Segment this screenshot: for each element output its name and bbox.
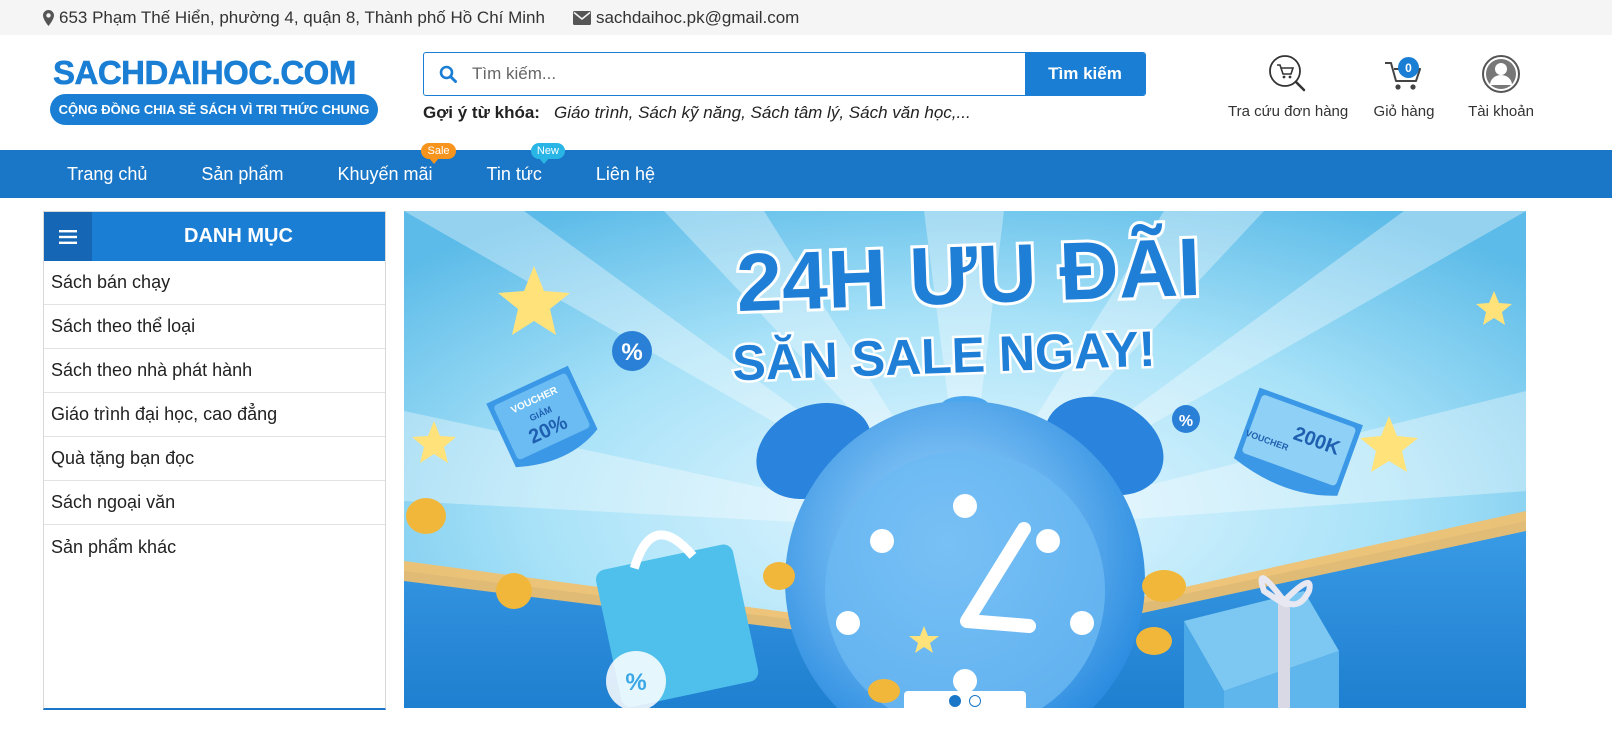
nav-item-promotions[interactable]: Khuyến mãi Sale <box>337 142 456 185</box>
slider-pagination <box>904 691 1026 708</box>
account-link[interactable]: Tài khoản <box>1461 53 1541 120</box>
email-text[interactable]: sachdaihoc.pk@gmail.com <box>596 8 799 28</box>
search-icon <box>424 53 472 95</box>
nav-item-contact[interactable]: Liên hệ <box>596 164 655 185</box>
category-title: DANH MỤC <box>184 225 293 247</box>
user-icon <box>1482 55 1520 93</box>
svg-text:%: % <box>625 669 646 696</box>
top-info-bar: 653 Phạm Thế Hiển, phường 4, quận 8, Thà… <box>0 0 1612 35</box>
envelope-icon <box>572 10 591 25</box>
logo-text[interactable]: SACHDAIHOC.COM <box>50 54 378 91</box>
cart-count-badge: 0 <box>1398 57 1419 78</box>
suggest-label: Gợi ý từ khóa: <box>423 103 540 122</box>
slider-dot-2[interactable] <box>969 695 981 707</box>
category-item[interactable]: Sách theo nhà phát hành <box>44 349 385 393</box>
site-logo[interactable]: SACHDAIHOC.COM CỘNG ĐỒNG CHIA SẺ SÁCH VÌ… <box>50 54 378 125</box>
keyword-suggestions: Gợi ý từ khóa: Giáo trình, Sách kỹ năng,… <box>423 103 971 123</box>
category-item[interactable]: Quà tặng bạn đọc <box>44 437 385 481</box>
address-info: 653 Phạm Thế Hiển, phường 4, quận 8, Thà… <box>43 8 545 28</box>
map-marker-icon <box>43 9 54 26</box>
order-lookup-link[interactable]: Tra cứu đơn hàng <box>1228 53 1348 120</box>
category-list: Sách bán chạy Sách theo thể loại Sách th… <box>44 261 385 569</box>
search-button[interactable]: Tìm kiếm <box>1025 53 1145 95</box>
svg-text:%: % <box>621 339 642 366</box>
logo-slogan: CỘNG ĐỒNG CHIA SẺ SÁCH VÌ TRI THỨC CHUNG <box>50 94 378 125</box>
sale-tag: Sale <box>421 142 456 164</box>
nav-item-home[interactable]: Trang chủ <box>67 164 147 185</box>
new-tag: New <box>530 142 565 164</box>
order-search-icon <box>1269 55 1306 92</box>
slider-dot-1[interactable] <box>949 695 961 707</box>
category-header: DANH MỤC <box>44 212 385 261</box>
promo-banner-art: 24H ƯU ĐÃI SĂN SALE NGAY! % % VOUCHER GI… <box>404 211 1526 708</box>
search-bar: Tìm kiếm <box>423 52 1146 96</box>
cart-link[interactable]: 0 Giỏ hàng <box>1368 53 1440 120</box>
cart-label[interactable]: Giỏ hàng <box>1368 103 1440 120</box>
site-header: SACHDAIHOC.COM CỘNG ĐỒNG CHIA SẺ SÁCH VÌ… <box>0 35 1612 150</box>
search-input[interactable] <box>472 53 1025 95</box>
svg-text:%: % <box>1179 413 1193 430</box>
main-nav: Trang chủ Sản phẩm Khuyến mãi Sale Tin t… <box>0 142 1612 198</box>
category-item[interactable]: Sách ngoại văn <box>44 481 385 525</box>
header-actions: Tra cứu đơn hàng 0 Giỏ hàng Tài khoản <box>1228 53 1538 123</box>
promo-banner[interactable]: 24H ƯU ĐÃI SĂN SALE NGAY! % % VOUCHER GI… <box>404 211 1526 708</box>
nav-item-news[interactable]: Tin tức New <box>487 142 565 185</box>
category-item[interactable]: Giáo trình đại học, cao đẳng <box>44 393 385 437</box>
banner-headline: 24H ƯU ĐÃI <box>735 222 1202 329</box>
address-text: 653 Phạm Thế Hiển, phường 4, quận 8, Thà… <box>59 7 545 27</box>
suggest-keywords[interactable]: Giáo trình, Sách kỹ năng, Sách tâm lý, S… <box>554 103 971 123</box>
nav-item-products[interactable]: Sản phẩm <box>201 164 283 185</box>
category-item[interactable]: Sách theo thể loại <box>44 305 385 349</box>
category-item[interactable]: Sách bán chạy <box>44 261 385 305</box>
hamburger-menu-icon[interactable] <box>44 212 92 261</box>
email-info[interactable]: sachdaihoc.pk@gmail.com <box>572 8 799 28</box>
category-item[interactable]: Sản phẩm khác <box>44 525 385 569</box>
account-label[interactable]: Tài khoản <box>1461 103 1541 120</box>
category-sidebar: DANH MỤC Sách bán chạy Sách theo thể loạ… <box>43 211 386 710</box>
order-lookup-label[interactable]: Tra cứu đơn hàng <box>1228 103 1348 120</box>
